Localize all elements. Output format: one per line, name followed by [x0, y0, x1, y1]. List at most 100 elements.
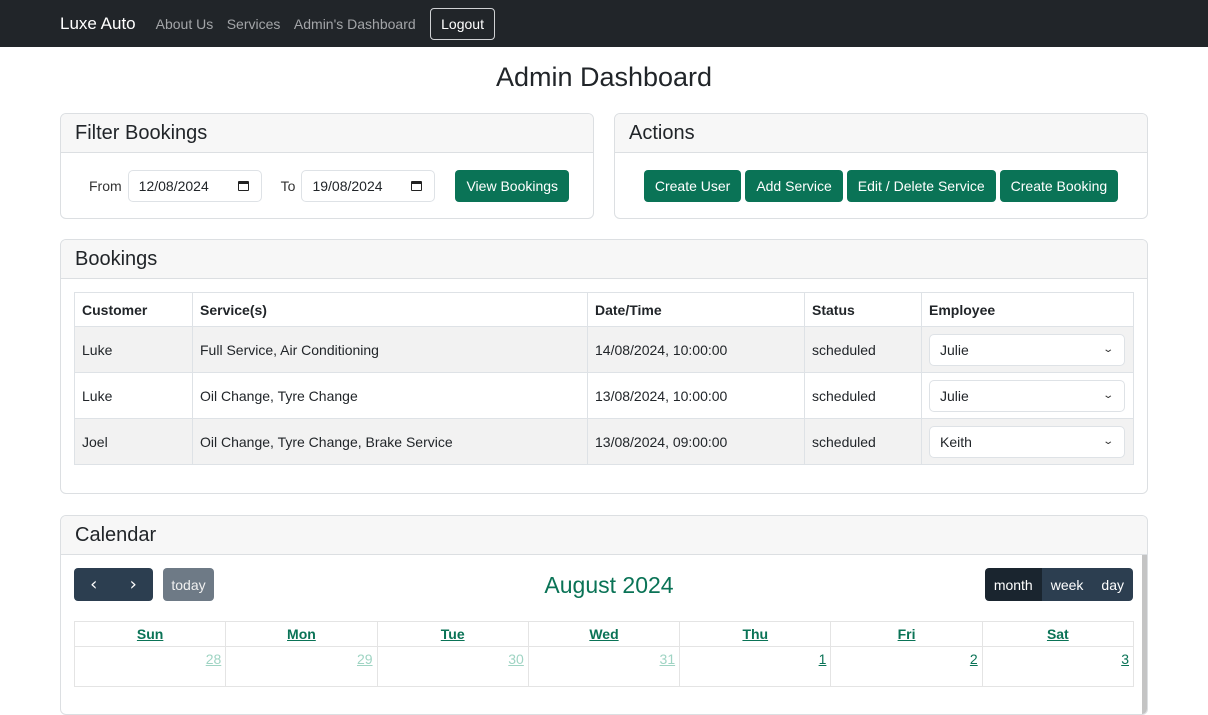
weekday-link-tue[interactable]: Tue	[441, 626, 465, 642]
create-booking-button[interactable]: Create Booking	[999, 169, 1119, 202]
to-label: To	[280, 177, 296, 194]
filter-body: From 12/08/2024 To 19/08/2024 View Booki…	[61, 153, 593, 218]
from-date-value: 12/08/2024	[138, 177, 209, 194]
datetime-cell: 13/08/2024, 10:00:00	[587, 372, 805, 419]
to-date-input[interactable]: 19/08/2024	[301, 169, 436, 202]
view-month-button[interactable]: month	[984, 568, 1042, 601]
calendar-day-cell[interactable]: 28	[73, 646, 227, 687]
calendar-scrollbar[interactable]	[1142, 555, 1147, 714]
column-header-datetime: Date/Time	[587, 292, 805, 327]
calendar-week-row: 28 29 30 31 1 2 3	[73, 646, 1135, 687]
weekday-header: Thu	[679, 621, 832, 647]
prev-next-group: ‹ ›	[74, 568, 153, 601]
calendar-grid: Sun Mon Tue Wed Thu Fri Sat 28 29 30 31 …	[73, 621, 1135, 687]
calendar-toolbar: ‹ › today August 2024 month week day	[74, 568, 1134, 601]
employee-select-value: Keith	[940, 433, 972, 450]
nav-link-about-us[interactable]: About Us	[156, 16, 214, 32]
services-cell: Full Service, Air Conditioning	[192, 326, 588, 373]
create-user-button[interactable]: Create User	[643, 169, 742, 202]
calendar-card: Calendar ‹ › today August 2024 month wee…	[60, 515, 1148, 715]
calendar-day-cell[interactable]: 29	[225, 646, 378, 687]
day-number-link[interactable]: 1	[819, 651, 827, 667]
nav-link-admin-dashboard[interactable]: Admin's Dashboard	[294, 16, 416, 32]
weekday-link-mon[interactable]: Mon	[287, 626, 316, 642]
weekday-link-sun[interactable]: Sun	[137, 626, 163, 642]
from-date-input[interactable]: 12/08/2024	[127, 169, 262, 202]
weekday-link-fri[interactable]: Fri	[898, 626, 916, 642]
column-header-status: Status	[804, 292, 922, 327]
calendar-day-cell[interactable]: 30	[376, 646, 529, 687]
weekday-header: Wed	[527, 621, 681, 647]
weekday-link-wed[interactable]: Wed	[589, 626, 618, 642]
datetime-cell: 14/08/2024, 10:00:00	[587, 326, 805, 373]
chevron-down-icon: ⌄	[1101, 390, 1114, 401]
actions-card-title: Actions	[615, 114, 1147, 153]
column-header-services: Service(s)	[192, 292, 588, 327]
bookings-card: Bookings Customer Service(s) Date/Time S…	[60, 239, 1148, 494]
next-month-button[interactable]: ›	[114, 568, 154, 601]
employee-cell: Keith ⌄	[921, 418, 1134, 465]
chevron-left-icon: ‹	[90, 574, 98, 595]
calendar-day-cell[interactable]: 31	[527, 646, 681, 687]
weekday-link-thu[interactable]: Thu	[742, 626, 768, 642]
day-number-link[interactable]: 3	[1121, 651, 1129, 667]
bookings-body: Customer Service(s) Date/Time Status Emp…	[61, 279, 1147, 465]
page-title: Admin Dashboard	[495, 62, 713, 92]
day-number-link[interactable]: 31	[660, 651, 676, 667]
weekday-header: Tue	[376, 621, 529, 647]
datetime-cell: 13/08/2024, 09:00:00	[587, 418, 805, 465]
day-number-link[interactable]: 30	[508, 651, 524, 667]
logout-button[interactable]: Logout	[430, 7, 495, 40]
column-header-employee: Employee	[921, 292, 1134, 327]
filter-bookings-card: Filter Bookings From 12/08/2024 To 19/08…	[60, 113, 594, 219]
day-number-link[interactable]: 29	[357, 651, 373, 667]
view-switcher: month week day	[984, 568, 1133, 601]
navbar: Luxe Auto About Us Services Admin's Dash…	[0, 0, 1208, 47]
view-week-button[interactable]: week	[1041, 568, 1093, 601]
calendar-icon[interactable]	[237, 180, 249, 191]
day-number-link[interactable]: 28	[206, 651, 222, 667]
calendar-day-cell[interactable]: 3	[981, 646, 1135, 687]
chevron-down-icon: ⌄	[1101, 344, 1114, 355]
calendar-card-title: Calendar	[61, 516, 1147, 555]
table-header-row: Customer Service(s) Date/Time Status Emp…	[74, 292, 1134, 327]
top-row: Filter Bookings From 12/08/2024 To 19/08…	[60, 113, 1148, 219]
chevron-down-icon: ⌄	[1101, 436, 1114, 447]
column-header-customer: Customer	[74, 292, 193, 327]
calendar-day-cell[interactable]: 1	[679, 646, 832, 687]
employee-select[interactable]: Keith ⌄	[929, 425, 1125, 458]
weekday-header: Sat	[981, 621, 1135, 647]
calendar-day-cell[interactable]: 2	[830, 646, 983, 687]
calendar-nav: ‹ › today	[74, 568, 214, 601]
to-date-value: 19/08/2024	[312, 177, 383, 194]
filter-card-title: Filter Bookings	[61, 114, 593, 153]
day-number-link[interactable]: 2	[970, 651, 978, 667]
services-cell: Oil Change, Tyre Change	[192, 372, 588, 419]
prev-month-button[interactable]: ‹	[74, 568, 114, 601]
employee-select[interactable]: Julie ⌄	[929, 333, 1125, 366]
table-row: Luke Full Service, Air Conditioning 14/0…	[74, 326, 1134, 373]
table-row: Luke Oil Change, Tyre Change 13/08/2024,…	[74, 372, 1134, 419]
calendar-icon[interactable]	[411, 180, 423, 191]
customer-cell: Luke	[74, 372, 193, 419]
bookings-table: Customer Service(s) Date/Time Status Emp…	[74, 292, 1134, 465]
nav-link-services[interactable]: Services	[227, 16, 281, 32]
today-button[interactable]: today	[163, 568, 214, 601]
add-service-button[interactable]: Add Service	[745, 169, 843, 202]
brand-logo[interactable]: Luxe Auto	[60, 14, 136, 34]
employee-select-value: Julie	[940, 387, 969, 404]
bookings-card-title: Bookings	[61, 240, 1147, 279]
view-day-button[interactable]: day	[1092, 568, 1133, 601]
weekday-header-row: Sun Mon Tue Wed Thu Fri Sat	[73, 621, 1135, 647]
weekday-header: Fri	[830, 621, 983, 647]
edit-delete-service-button[interactable]: Edit / Delete Service	[846, 169, 996, 202]
customer-cell: Joel	[74, 418, 193, 465]
view-bookings-button[interactable]: View Bookings	[455, 169, 570, 202]
services-cell: Oil Change, Tyre Change, Brake Service	[192, 418, 588, 465]
employee-select[interactable]: Julie ⌄	[929, 379, 1125, 412]
employee-cell: Julie ⌄	[921, 372, 1134, 419]
weekday-header: Mon	[225, 621, 378, 647]
weekday-link-sat[interactable]: Sat	[1047, 626, 1069, 642]
actions-card: Actions Create User Add Service Edit / D…	[614, 113, 1148, 219]
status-cell: scheduled	[804, 372, 922, 419]
